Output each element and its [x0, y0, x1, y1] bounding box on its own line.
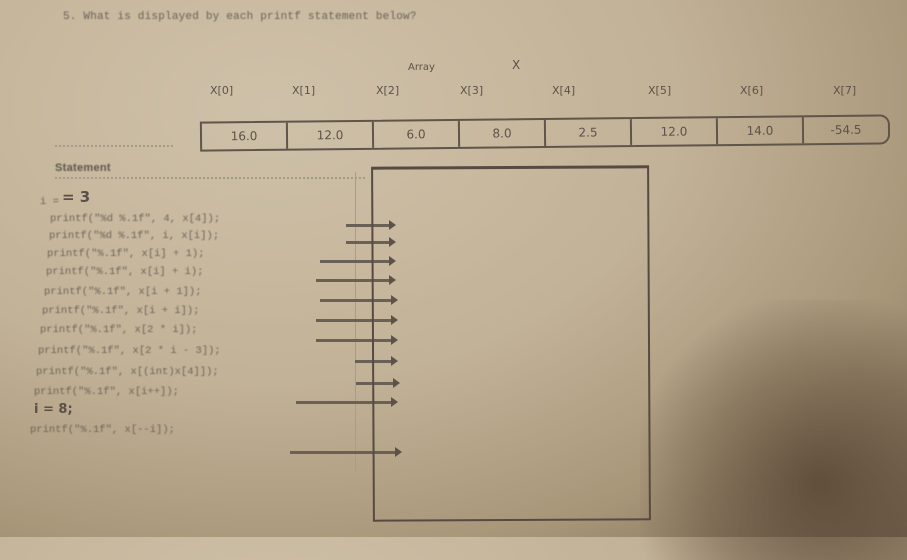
statement-line: printf("%.1f", x[i + 1]);	[44, 286, 202, 298]
dotted-rule	[55, 177, 365, 182]
array-cell: 12.0	[287, 121, 375, 149]
array-cell: 12.0	[631, 118, 719, 146]
statement-line: i =	[40, 196, 59, 208]
handwritten-i-value: = 3	[62, 188, 91, 206]
statement-header: Statement	[55, 162, 111, 174]
statement-line: printf("%.1f", x[i] + i);	[46, 266, 204, 278]
array-cell: -54.5	[830, 122, 862, 138]
array-index-label: X[2]	[376, 84, 400, 97]
dotted-rule	[55, 145, 173, 150]
array-cell: 2.5	[545, 119, 633, 146]
array-cell: 14.0	[717, 117, 805, 145]
statement-line: printf("%.1f", x[i + i]);	[42, 305, 200, 317]
statement-line: printf("%.1f", x[(int)x[4]]);	[36, 366, 219, 378]
statement-line: printf("%.1f", x[i++]);	[34, 386, 179, 398]
statement-line: printf("%d %.1f", i, x[i]);	[49, 230, 220, 242]
array-cell: 6.0	[373, 120, 461, 148]
answer-box[interactable]	[371, 165, 651, 522]
column-divider	[355, 172, 356, 472]
question-text: 5. What is displayed by each printf stat…	[63, 11, 417, 23]
array-index-label: X[3]	[460, 84, 484, 97]
array-title: Array	[408, 62, 435, 73]
array-index-label: X[7]	[833, 84, 857, 97]
array-index-label: X[0]	[210, 84, 234, 97]
array-index-label: X[1]	[292, 84, 316, 97]
array-index-label: X[5]	[648, 84, 672, 97]
handwritten-i-reassign: i = 8;	[34, 402, 73, 417]
photo-shadow	[640, 300, 907, 560]
array-name: X	[512, 58, 521, 72]
statement-line: printf("%.1f", x[i] + 1);	[47, 248, 205, 260]
statement-line: printf("%.1f", x[2 * i - 3]);	[38, 345, 221, 357]
array-cell: 16.0	[201, 122, 289, 150]
statement-line: printf("%.1f", x[--i]);	[30, 424, 175, 436]
array-table: 16.0 12.0 6.0 8.0 2.5 12.0 14.0 -54.5	[199, 114, 891, 152]
statement-line: printf("%.1f", x[2 * i]);	[40, 324, 198, 336]
array-index-label: X[6]	[740, 84, 764, 97]
statement-line: printf("%d %.1f", 4, x[4]);	[50, 213, 221, 225]
array-cell: 8.0	[459, 119, 547, 147]
array-index-label: X[4]	[552, 84, 576, 97]
